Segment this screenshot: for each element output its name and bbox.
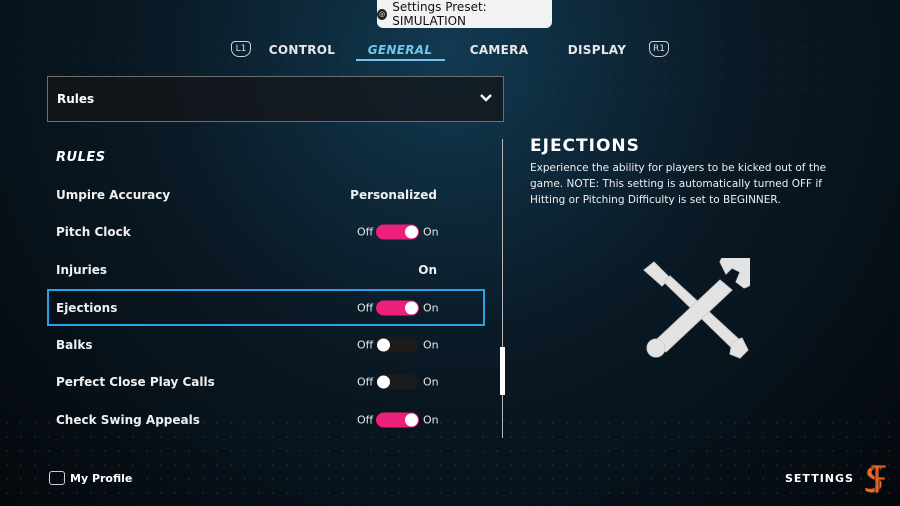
detail-description: Experience the ability for players to be… <box>530 162 827 206</box>
setting-label: Check Swing Appeals <box>56 413 200 427</box>
detail-title: EJECTIONS <box>530 136 640 156</box>
setting-label: Pitch Clock <box>56 225 131 239</box>
setting-label: Ejections <box>56 300 118 315</box>
toggle-knob <box>377 375 390 389</box>
left-bumper-button[interactable]: L1 <box>231 41 251 57</box>
check-swing-appeals-toggle[interactable] <box>376 412 419 428</box>
setting-row-perfect-close-play-calls[interactable]: Perfect Close Play Calls Off On <box>47 364 485 400</box>
tab-general[interactable]: GENERAL <box>360 40 440 60</box>
preset-label: Settings Preset: SIMULATION <box>392 0 487 28</box>
wrench-screwdriver-icon <box>643 258 750 359</box>
setting-value: Personalized <box>350 188 437 202</box>
toggle-off-label: Off <box>357 338 374 352</box>
setting-label: Balks <box>56 338 93 352</box>
toggle-off-label: Off <box>357 225 374 239</box>
toggle-knob <box>405 225 418 239</box>
toggle-knob <box>405 301 418 314</box>
setting-row-injuries[interactable]: Injuries On <box>47 252 485 288</box>
tab-camera[interactable]: CAMERA <box>459 40 539 60</box>
toggle-knob <box>377 338 390 352</box>
toggle-off-label: Off <box>357 375 374 389</box>
toggle-on-label: On <box>423 338 439 352</box>
toggle-on-label: On <box>423 301 439 314</box>
sf-giants-logo <box>864 464 887 494</box>
dropdown-selected-value: Rules <box>57 92 95 106</box>
toggle-off-label: Off <box>357 413 374 427</box>
screen-title: SETTINGS <box>785 472 854 485</box>
tab-active-indicator <box>356 59 445 61</box>
toggle-knob <box>405 413 418 427</box>
scrollbar-thumb[interactable] <box>500 347 505 395</box>
profile-label: My Profile <box>70 471 133 485</box>
settings-preset-banner[interactable]: ◎ Settings Preset: SIMULATION <box>377 0 552 28</box>
chevron-down-icon <box>480 94 492 102</box>
setting-row-pitch-clock[interactable]: Pitch Clock Off On <box>47 214 485 250</box>
balks-toggle[interactable] <box>376 337 419 353</box>
category-dropdown[interactable]: Rules <box>47 76 504 122</box>
setting-label: Perfect Close Play Calls <box>56 375 215 389</box>
setting-row-ejections[interactable]: Ejections Off On <box>47 289 485 326</box>
toggle-on-label: On <box>423 413 439 427</box>
setting-value: On <box>418 263 437 277</box>
pitch-clock-toggle[interactable] <box>376 224 419 240</box>
tab-display[interactable]: DISPLAY <box>557 40 637 60</box>
setting-label: Umpire Accuracy <box>56 188 171 202</box>
my-profile-toggle[interactable]: My Profile <box>49 471 132 485</box>
right-bumper-button[interactable]: R1 <box>649 41 669 57</box>
setting-label: Injuries <box>56 263 107 277</box>
setting-row-umpire-accuracy[interactable]: Umpire Accuracy Personalized <box>47 177 485 213</box>
toggle-on-label: On <box>423 225 439 239</box>
setting-row-balks[interactable]: Balks Off On <box>47 327 485 363</box>
toggle-off-label: Off <box>357 301 374 314</box>
tab-bar: L1 CONTROL GENERAL CAMERA DISPLAY R1 <box>0 40 900 64</box>
setting-row-check-swing-appeals[interactable]: Check Swing Appeals Off On <box>47 402 485 438</box>
section-heading: RULES <box>56 150 106 165</box>
tab-control[interactable]: CONTROL <box>262 40 342 60</box>
ejections-toggle[interactable] <box>376 300 419 315</box>
toggle-on-label: On <box>423 375 439 389</box>
profile-checkbox[interactable] <box>49 471 65 485</box>
perfect-close-play-calls-toggle[interactable] <box>376 374 419 390</box>
preset-badge-icon: ◎ <box>377 8 388 20</box>
